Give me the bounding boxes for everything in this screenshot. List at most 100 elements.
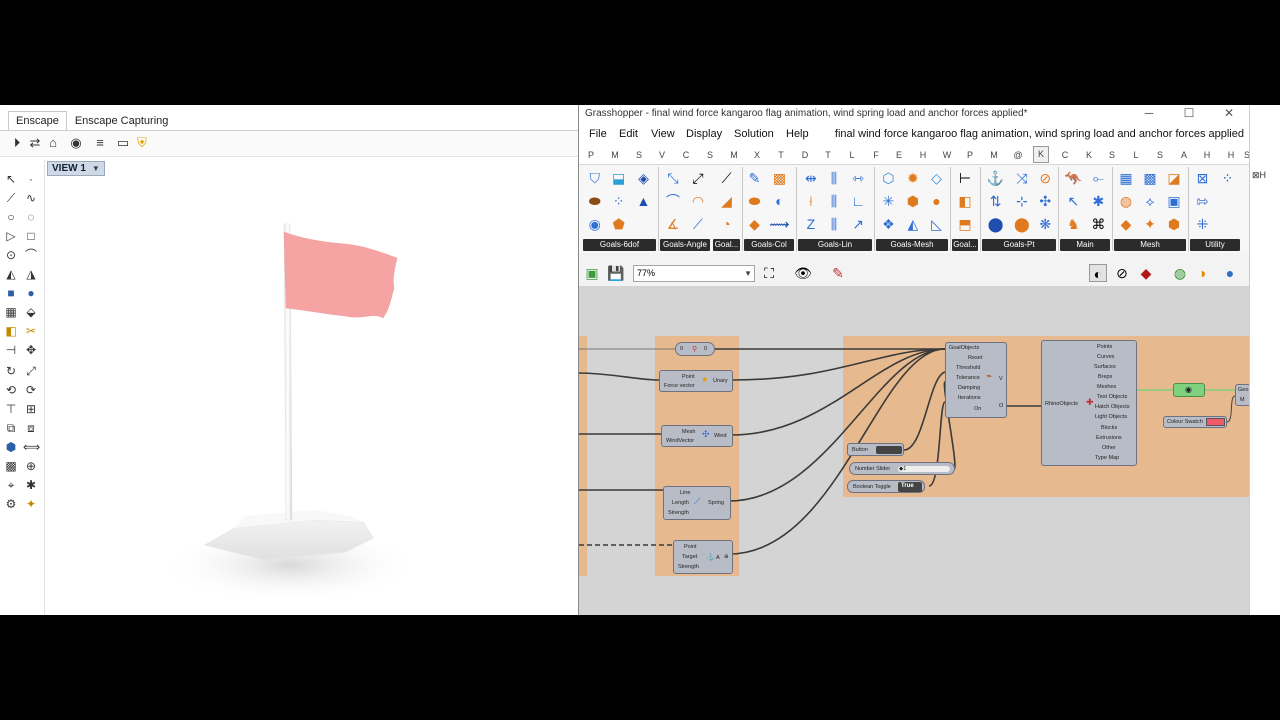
mesh-tool-icon[interactable]: ◍ bbox=[1114, 190, 1138, 213]
curve-icon[interactable]: ∿ bbox=[23, 190, 39, 206]
tab-l[interactable]: L bbox=[844, 150, 860, 160]
tab-h3[interactable]: H bbox=[1223, 150, 1239, 160]
tab-c[interactable]: C bbox=[1057, 150, 1073, 160]
tab-curve[interactable]: C bbox=[678, 150, 694, 160]
goal-icon[interactable]: ⇅ bbox=[982, 190, 1009, 213]
goal-icon[interactable]: ✎ bbox=[744, 167, 765, 190]
goal-icon[interactable]: ◈ bbox=[631, 167, 656, 190]
goal-icon[interactable]: ⬬ bbox=[744, 190, 765, 213]
join-icon[interactable]: ⊤ bbox=[3, 401, 19, 417]
group-label[interactable]: Goals-Mesh bbox=[876, 239, 948, 251]
arc-icon[interactable]: ◌ bbox=[23, 209, 39, 225]
rhino-viewport[interactable]: VIEW 1 ▼ bbox=[44, 160, 578, 615]
group-label[interactable]: Goals-Col bbox=[744, 239, 794, 251]
tab-f[interactable]: F bbox=[868, 150, 884, 160]
preview-mode-icon[interactable]: ◐ bbox=[1089, 264, 1107, 282]
utility-icon[interactable]: ⁜ bbox=[1190, 213, 1215, 236]
enscape-view-icon[interactable]: ⌂ bbox=[45, 135, 61, 151]
group-label[interactable]: Goals-Angle bbox=[660, 239, 710, 251]
menu-help[interactable]: Help bbox=[786, 128, 809, 140]
point-icon[interactable]: · bbox=[23, 171, 39, 187]
solver-component[interactable]: GoalObjects Reset Threshold Tolerance Da… bbox=[945, 342, 1007, 418]
enscape-feedback-icon[interactable]: ▭ bbox=[115, 135, 131, 151]
enscape-sync-icon[interactable]: ⇄ bbox=[27, 135, 43, 151]
sketch-icon[interactable]: ✎ bbox=[829, 264, 847, 282]
ungroup-icon[interactable]: ⧈ bbox=[23, 420, 39, 436]
goal-icon[interactable]: ✣ bbox=[1035, 190, 1056, 213]
goal-icon[interactable]: ⬤ bbox=[982, 213, 1009, 236]
goal-icon[interactable]: ⊹ bbox=[1009, 190, 1034, 213]
unary-force-component[interactable]: Point Force vector ● Unary bbox=[659, 370, 733, 392]
box-icon[interactable]: ■ bbox=[3, 285, 19, 301]
spring-component[interactable]: Line Length Strength ⟋ Spring bbox=[663, 486, 731, 520]
tab-sets[interactable]: S bbox=[631, 150, 647, 160]
group-label[interactable]: Goals-Lin bbox=[798, 239, 872, 251]
mesh-tool-icon[interactable]: ⟡ bbox=[1138, 190, 1162, 213]
group-label[interactable]: Utility bbox=[1190, 239, 1240, 251]
goal-icon[interactable]: ⬬ bbox=[583, 190, 606, 213]
mesh-icon[interactable]: ▦ bbox=[3, 304, 19, 320]
goal-icon[interactable]: ▲ bbox=[631, 190, 656, 213]
zui-plus-icon[interactable]: ⊕ bbox=[724, 554, 729, 560]
goal-icon[interactable]: ⊢ bbox=[952, 167, 978, 190]
group-label[interactable]: Main bbox=[1060, 239, 1110, 251]
goal-icon[interactable]: ⟋ bbox=[686, 213, 710, 236]
goal-icon[interactable]: ◔ bbox=[713, 213, 740, 236]
goal-icon[interactable]: ⊘ bbox=[1035, 167, 1056, 190]
tab-h[interactable]: H bbox=[915, 150, 931, 160]
extrude-icon[interactable]: ⬙ bbox=[23, 304, 39, 320]
group-label[interactable]: Goal... bbox=[952, 239, 978, 251]
tab-at[interactable]: @ bbox=[1010, 150, 1026, 160]
number-slider[interactable]: Number Slider ◆1 bbox=[849, 462, 955, 475]
goal-icon[interactable]: ◐ bbox=[765, 190, 794, 213]
select-icon[interactable]: ↖ bbox=[3, 171, 19, 187]
shaded-icon[interactable]: ◆ bbox=[1137, 264, 1155, 282]
goal-icon[interactable]: ◭ bbox=[901, 213, 925, 236]
enscape-start-icon[interactable]: ⏵ bbox=[9, 135, 25, 151]
point-param[interactable]: 0 ⚲ 0 bbox=[675, 342, 715, 356]
goal-icon[interactable]: ∟ bbox=[844, 190, 872, 213]
goal-icon[interactable]: ❖ bbox=[876, 213, 901, 236]
sphere-icon[interactable]: ● bbox=[23, 285, 39, 301]
goal-icon[interactable]: ⬢ bbox=[901, 190, 925, 213]
goal-icon[interactable]: ✹ bbox=[901, 167, 925, 190]
save-icon[interactable]: 💾 bbox=[607, 264, 625, 282]
grasshopper-canvas[interactable]: 0 ⚲ 0 Point Force vector ● Unary Mesh Wi… bbox=[579, 286, 1250, 615]
enscape-capture-icon[interactable]: ◉ bbox=[68, 135, 84, 151]
goal-icon[interactable]: ↖ bbox=[1060, 190, 1087, 213]
mesh-tool-icon[interactable]: ◆ bbox=[1114, 213, 1138, 236]
goal-icon[interactable]: ⬒ bbox=[952, 213, 978, 236]
tab-p[interactable]: P bbox=[962, 150, 978, 160]
mirror-icon[interactable]: ⟲ bbox=[3, 382, 19, 398]
mesh-tool-icon[interactable]: ▩ bbox=[1138, 167, 1162, 190]
utility-icon[interactable]: ⊠ bbox=[1190, 167, 1215, 190]
goal-icon[interactable]: ◧ bbox=[952, 190, 978, 213]
goal-icon[interactable]: ⟜ bbox=[1087, 167, 1110, 190]
goal-icon[interactable]: ⤢ bbox=[686, 167, 710, 190]
enscape-shield-icon[interactable]: ⛨ bbox=[134, 135, 150, 151]
mesh-tool-icon[interactable]: ◪ bbox=[1162, 167, 1186, 190]
tab-display[interactable]: D bbox=[797, 150, 813, 160]
goal-icon[interactable]: ◇ bbox=[925, 167, 948, 190]
tab-s3[interactable]: S bbox=[1152, 150, 1168, 160]
goal-icon[interactable]: ⟋ bbox=[713, 167, 740, 190]
loft-icon[interactable]: ◮ bbox=[23, 266, 39, 282]
offscreen-component[interactable]: Geo M bbox=[1235, 384, 1250, 406]
goal-icon[interactable]: ⫼ bbox=[824, 167, 844, 190]
rhino-objects-component[interactable]: RhinoObjects ✚ Points Curves Surfaces Br… bbox=[1041, 340, 1137, 466]
tab-kangaroo[interactable]: K bbox=[1033, 146, 1049, 163]
close-button[interactable]: ✕ bbox=[1209, 105, 1249, 123]
zoom-dropdown[interactable]: 77% ▼ bbox=[633, 265, 755, 282]
tab-w[interactable]: W bbox=[939, 150, 955, 160]
button-face[interactable] bbox=[876, 446, 902, 454]
wind-component[interactable]: Mesh WindVector ✣ Wind bbox=[661, 425, 733, 447]
goal-icon[interactable]: ◉ bbox=[583, 213, 606, 236]
menu-view[interactable]: View bbox=[651, 128, 675, 140]
dimension-icon[interactable]: ⟺ bbox=[23, 439, 40, 455]
mesh-tool-icon[interactable]: ✦ bbox=[1138, 213, 1162, 236]
goal-icon[interactable]: ♞ bbox=[1060, 213, 1087, 236]
group-label[interactable]: Goals-Pt bbox=[982, 239, 1056, 251]
render-icon[interactable]: ✱ bbox=[23, 477, 39, 493]
tab-maths[interactable]: M bbox=[607, 150, 623, 160]
tab-enscape[interactable]: Enscape bbox=[8, 111, 67, 131]
